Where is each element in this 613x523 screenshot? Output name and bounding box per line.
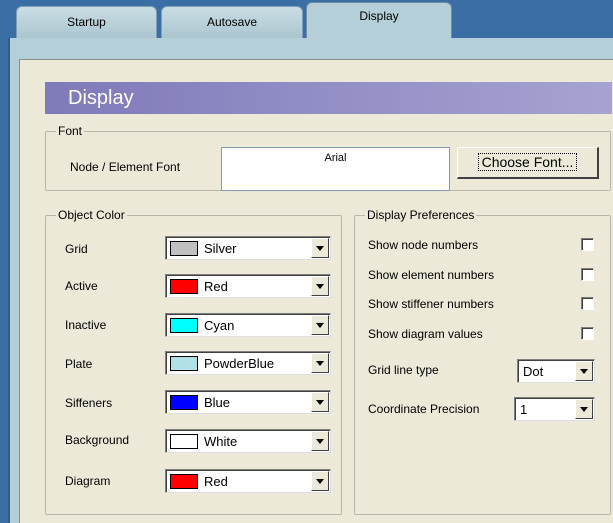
chevron-down-icon[interactable] (575, 399, 593, 419)
coordinate-precision-value: 1 (520, 402, 528, 417)
tab-startup[interactable]: Startup (16, 6, 157, 40)
tab-display[interactable]: Display (306, 2, 452, 42)
grid-line-type-label: Grid line type (368, 363, 439, 377)
plate-color-value: PowderBlue (204, 356, 275, 371)
node-element-font-label: Node / Element Font (70, 160, 181, 174)
display-preferences-legend: Display Preferences (365, 208, 477, 222)
grid-color-label: Grid (65, 242, 88, 256)
show-diagram-values-label: Show diagram values (368, 327, 483, 341)
active-color-label: Active (65, 279, 98, 293)
background-color-value: White (204, 434, 238, 449)
grid-line-type-select[interactable]: Dot (517, 359, 595, 383)
chevron-down-icon[interactable] (311, 431, 329, 451)
inactive-color-value: Cyan (204, 318, 235, 333)
plate-color-label: Plate (65, 357, 93, 371)
show-diagram-values-checkbox[interactable] (581, 327, 594, 340)
chevron-down-icon[interactable] (311, 471, 329, 491)
coordinate-precision-select[interactable]: 1 (514, 397, 595, 421)
show-element-numbers-checkbox[interactable] (581, 268, 594, 281)
color-swatch (170, 318, 198, 333)
background-color-label: Background (65, 433, 130, 447)
coordinate-precision-label: Coordinate Precision (368, 402, 480, 416)
stiffeners-color-label: Siffeners (65, 396, 113, 410)
grid-color-value: Silver (204, 241, 237, 256)
background-color-select[interactable]: White (165, 429, 331, 453)
tab-display-label: Display (359, 9, 399, 23)
chevron-down-icon[interactable] (311, 315, 329, 335)
tab-autosave-label: Autosave (206, 15, 258, 29)
show-node-numbers-checkbox[interactable] (581, 238, 594, 251)
inactive-color-label: Inactive (65, 318, 107, 332)
choose-font-label: Choose Font... (477, 153, 578, 171)
choose-font-button[interactable]: Choose Font... (457, 147, 599, 179)
active-color-select[interactable]: Red (165, 274, 331, 298)
diagram-color-select[interactable]: Red (165, 469, 331, 493)
color-swatch (170, 356, 198, 371)
chevron-down-icon[interactable] (575, 361, 593, 381)
color-swatch (170, 395, 198, 410)
font-preview-text: Arial (324, 152, 347, 164)
color-swatch (170, 434, 198, 449)
object-color-legend: Object Color (56, 208, 127, 222)
page-title: Display (45, 82, 612, 114)
diagram-color-value: Red (204, 474, 228, 489)
font-preview-field[interactable]: Arial (221, 147, 450, 191)
chevron-down-icon[interactable] (311, 276, 329, 296)
stiffeners-color-select[interactable]: Blue (165, 390, 331, 414)
color-swatch (170, 279, 198, 294)
tab-autosave[interactable]: Autosave (161, 6, 303, 40)
grid-line-type-value: Dot (523, 364, 544, 379)
chevron-down-icon[interactable] (311, 238, 329, 258)
stiffeners-color-value: Blue (204, 395, 231, 410)
chevron-down-icon[interactable] (311, 392, 329, 412)
active-color-value: Red (204, 279, 228, 294)
diagram-color-label: Diagram (65, 474, 111, 488)
tab-startup-label: Startup (67, 15, 106, 29)
inactive-color-select[interactable]: Cyan (165, 313, 331, 337)
show-element-numbers-label: Show element numbers (368, 268, 495, 282)
color-swatch (170, 474, 198, 489)
show-stiffener-numbers-checkbox[interactable] (581, 297, 594, 310)
plate-color-select[interactable]: PowderBlue (165, 351, 331, 375)
chevron-down-icon[interactable] (311, 353, 329, 373)
show-stiffener-numbers-label: Show stiffener numbers (368, 297, 494, 311)
show-node-numbers-label: Show node numbers (368, 238, 479, 252)
font-group-legend: Font (56, 124, 85, 138)
color-swatch (170, 241, 198, 256)
grid-color-select[interactable]: Silver (165, 236, 331, 260)
